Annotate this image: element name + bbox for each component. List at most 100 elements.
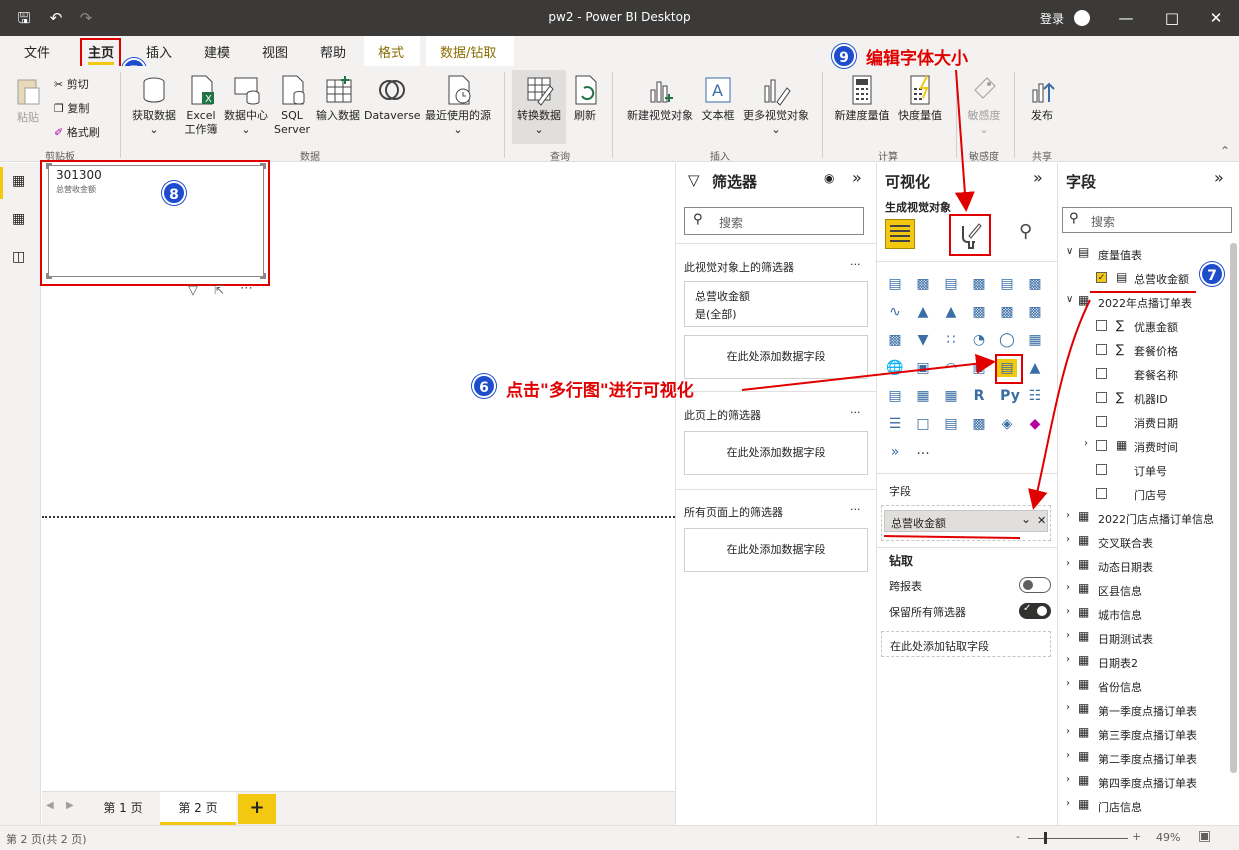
report-canvas[interactable]: 301300 总营收金额 8 ▽ ⇱ ⋯ — [40, 160, 675, 791]
chevron-down-icon[interactable]: ⌄ — [1021, 512, 1031, 526]
field-item-row[interactable]: 门店号 — [1058, 483, 1233, 505]
field-item-row[interactable]: 套餐名称 — [1058, 363, 1233, 385]
r-visual-icon[interactable]: R — [969, 387, 989, 405]
chevron-right-icon[interactable]: › — [1066, 654, 1070, 665]
data-hub-button[interactable]: 数据中心 ⌄ — [220, 74, 272, 137]
more-options-icon[interactable]: ... — [850, 500, 861, 513]
field-table-row[interactable]: ∨ ▤ 度量值表 — [1058, 243, 1233, 265]
remove-field-icon[interactable]: ✕ — [1037, 514, 1046, 527]
stacked-bar-icon[interactable]: ▤ — [885, 275, 905, 293]
minimize-icon[interactable]: — — [1116, 8, 1136, 28]
add-page-filter-dropzone[interactable]: 在此处添加数据字段 — [684, 431, 868, 475]
tab-insert[interactable]: 插入 — [146, 42, 172, 61]
field-table-row[interactable]: › ▦ 日期表2 — [1058, 651, 1233, 673]
prev-page-icon[interactable]: ◀ — [46, 800, 54, 811]
field-checkbox[interactable] — [1096, 392, 1107, 403]
clustered-column-icon[interactable]: ▩ — [969, 275, 989, 293]
more-options-icon[interactable]: ... — [850, 403, 861, 416]
field-table-row[interactable]: › ▦ 区县信息 — [1058, 579, 1233, 601]
gauge-icon[interactable]: ◠ — [941, 359, 961, 377]
chevron-right-icon[interactable]: › — [1066, 798, 1070, 809]
cross-report-toggle[interactable] — [1019, 577, 1051, 593]
stacked-column-icon[interactable]: ▩ — [913, 275, 933, 293]
data-view-icon[interactable]: ▦ — [12, 211, 25, 227]
chevron-right-icon[interactable]: › — [1066, 726, 1070, 737]
smart-narrative-icon[interactable]: ▤ — [941, 415, 961, 433]
sensitivity-button[interactable]: 敏感度 ⌄ — [962, 74, 1006, 137]
funnel-icon[interactable]: ▼ — [913, 331, 933, 349]
more-visuals-button[interactable]: 更多视觉对象 ⌄ — [738, 74, 814, 137]
filter-card[interactable]: 总营收金额 是(全部) — [684, 281, 868, 327]
treemap-icon[interactable]: ▦ — [1025, 331, 1045, 349]
new-measure-button[interactable]: 新建度量值 — [830, 74, 894, 123]
tab-help[interactable]: 帮助 — [320, 42, 346, 61]
field-table-row[interactable]: › ▦ 2022门店点播订单信息 — [1058, 507, 1233, 529]
pie-chart-icon[interactable]: ◔ — [969, 331, 989, 349]
field-item-row[interactable]: ∑ 优惠金额 — [1058, 315, 1233, 337]
line-column-icon[interactable]: ▩ — [969, 303, 989, 321]
python-visual-icon[interactable]: Py — [997, 387, 1023, 405]
field-table-row[interactable]: › ▦ 城市信息 — [1058, 603, 1233, 625]
field-item-row[interactable]: › ▦ 消费时间 — [1058, 435, 1233, 457]
field-table-row[interactable]: › ▦ 门店信息 — [1058, 795, 1233, 817]
field-table-row[interactable]: › ▦ 动态日期表 — [1058, 555, 1233, 577]
close-icon[interactable]: ✕ — [1206, 8, 1226, 28]
chevron-down-icon[interactable]: ∨ — [1066, 294, 1073, 305]
chevron-right-icon[interactable]: › — [1066, 558, 1070, 569]
add-all-filter-dropzone[interactable]: 在此处添加数据字段 — [684, 528, 868, 572]
textbox-button[interactable]: A 文本框 — [698, 74, 738, 123]
chevron-down-icon[interactable]: ∨ — [1066, 246, 1073, 257]
field-table-row[interactable]: › ▦ 日期测试表 — [1058, 627, 1233, 649]
zoom-in-button[interactable]: + — [1132, 830, 1141, 843]
add-page-button[interactable]: + — [238, 794, 276, 824]
zoom-slider-thumb[interactable] — [1044, 832, 1047, 844]
chevron-right-icon[interactable]: › — [1066, 750, 1070, 761]
field-checkbox[interactable]: ✓ — [1096, 272, 1107, 283]
refresh-button[interactable]: 刷新 — [568, 74, 602, 123]
publish-button[interactable]: 发布 — [1022, 74, 1062, 123]
add-drill-dropzone[interactable]: 在此处添加钻取字段 — [881, 631, 1051, 657]
login-link[interactable]: 登录 — [1040, 10, 1064, 27]
format-painter-button[interactable]: ✐ 格式刷 — [54, 124, 100, 140]
power-apps-icon[interactable]: ◆ — [1025, 415, 1045, 433]
page-tab-2[interactable]: 第 2 页 — [160, 792, 236, 825]
scatter-icon[interactable]: ∷ — [941, 331, 961, 349]
decomposition-tree-icon[interactable]: ☰ — [885, 415, 905, 433]
field-checkbox[interactable] — [1096, 320, 1107, 331]
paste-button[interactable]: 粘贴 — [10, 74, 46, 125]
filter-icon[interactable]: ▽ — [188, 283, 198, 298]
tab-file[interactable]: 文件 — [24, 42, 50, 61]
field-checkbox[interactable] — [1096, 464, 1107, 475]
ribbon-chart-icon[interactable]: ▩ — [1025, 303, 1045, 321]
collapse-viz-icon[interactable]: » — [1033, 168, 1043, 187]
card-icon[interactable]: ▣ — [969, 359, 989, 377]
chevron-right-icon[interactable]: › — [1066, 582, 1070, 593]
recent-sources-button[interactable]: 最近使用的源 ⌄ — [420, 74, 496, 137]
collapse-filters-icon[interactable]: » — [852, 168, 862, 187]
field-item-row[interactable]: 消费日期 — [1058, 411, 1233, 433]
chevron-right-icon[interactable]: › — [1066, 534, 1070, 545]
power-automate-icon[interactable]: » — [885, 443, 905, 461]
field-checkbox[interactable] — [1096, 344, 1107, 355]
maximize-icon[interactable]: □ — [1162, 8, 1182, 28]
donut-chart-icon[interactable]: ◯ — [997, 331, 1017, 349]
collapse-fields-icon[interactable]: » — [1214, 168, 1224, 187]
key-influencers-icon[interactable]: ☷ — [1025, 387, 1045, 405]
chevron-right-icon[interactable]: › — [1066, 774, 1070, 785]
tab-format[interactable]: 格式 — [378, 42, 404, 61]
build-visual-tab[interactable] — [885, 219, 915, 249]
field-table-row[interactable]: › ▦ 第四季度点播订单表 — [1058, 771, 1233, 793]
fields-well[interactable]: 总营收金额 ⌄ ✕ — [881, 505, 1051, 541]
field-table-row[interactable]: ∨ ▦ 2022年点播订单表 — [1058, 291, 1233, 313]
field-table-row[interactable]: › ▦ 省份信息 — [1058, 675, 1233, 697]
percent-column-icon[interactable]: ▩ — [1025, 275, 1045, 293]
line-chart-icon[interactable]: ∿ — [885, 303, 905, 321]
analytics-icon[interactable]: ⚲ — [1019, 221, 1032, 242]
get-data-button[interactable]: 获取数据 ⌄ — [126, 74, 182, 137]
transform-data-button[interactable]: 转换数据 ⌄ — [512, 74, 566, 137]
field-table-row[interactable]: › ▦ 第一季度点播订单表 — [1058, 699, 1233, 721]
zoom-slider[interactable] — [1028, 838, 1128, 839]
model-view-icon[interactable]: ◫ — [12, 249, 25, 265]
matrix-icon[interactable]: ▦ — [941, 387, 961, 405]
field-table-row[interactable]: › ▦ 交叉联合表 — [1058, 531, 1233, 553]
